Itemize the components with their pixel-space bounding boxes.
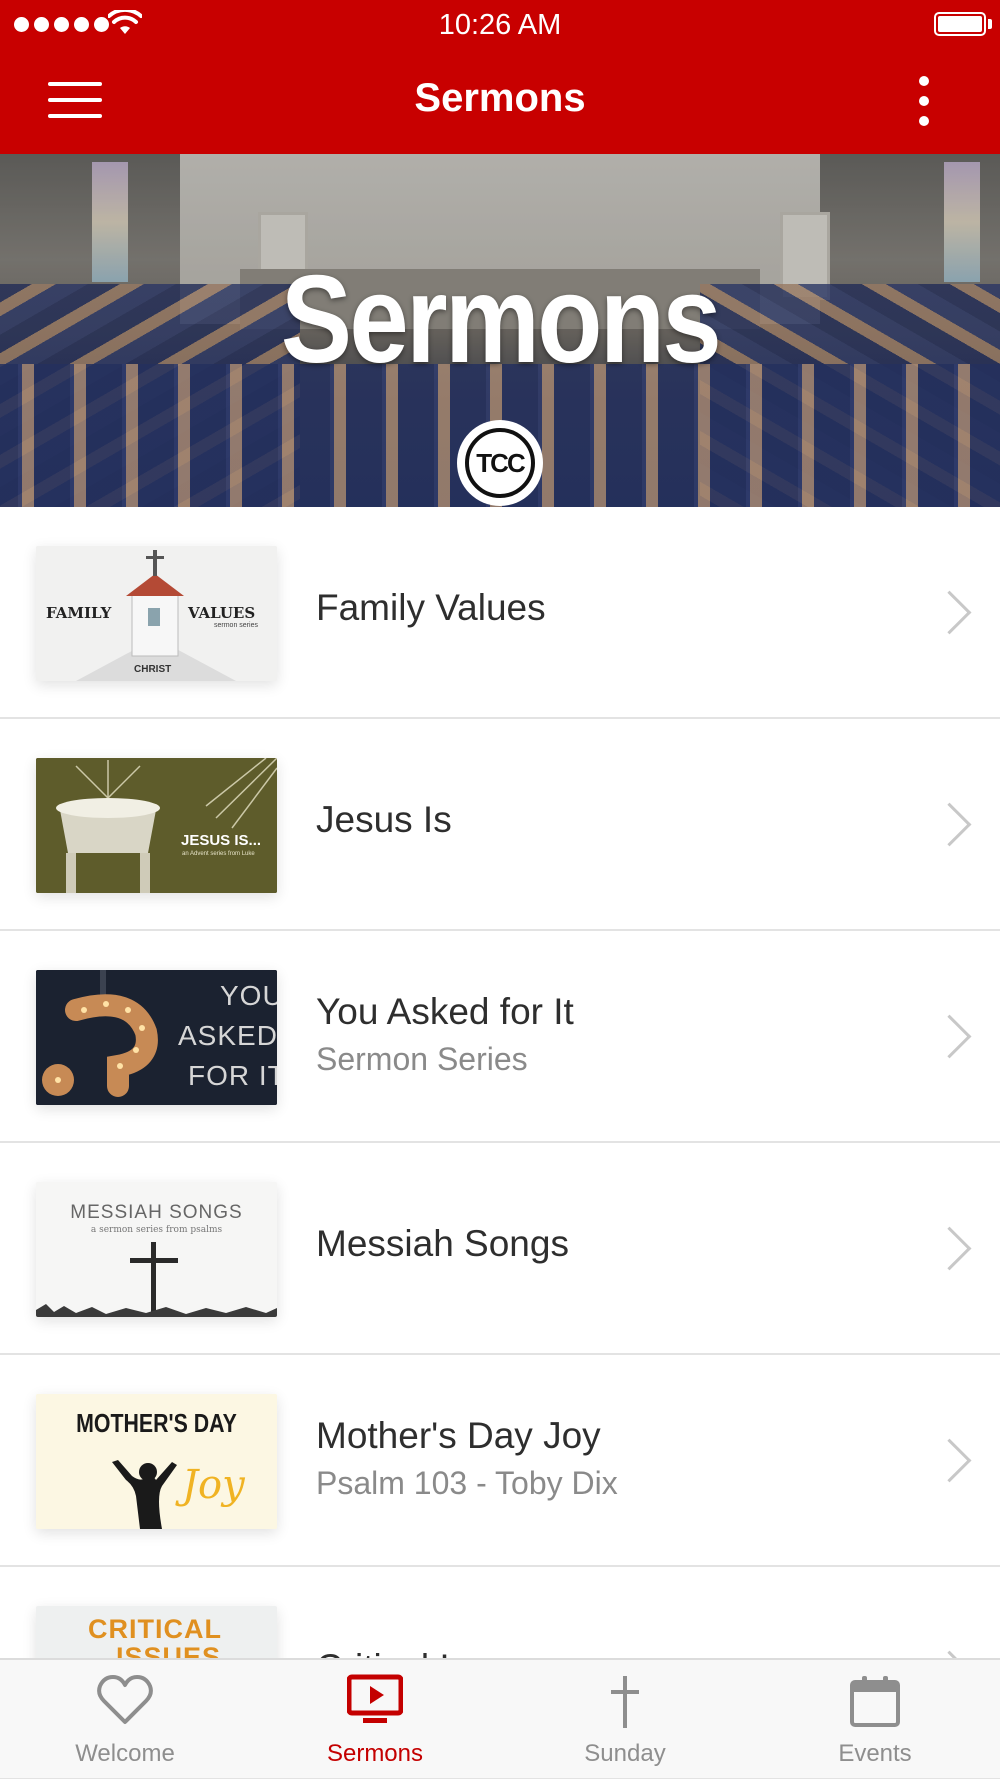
sermon-row-messiah-songs[interactable]: MESSIAH SONGS a sermon series from psalm… xyxy=(0,1143,1000,1355)
tab-sunday[interactable]: Sunday xyxy=(500,1660,750,1780)
sermon-title: You Asked for It xyxy=(316,991,574,1032)
sermon-title: Messiah Songs xyxy=(316,1223,569,1264)
tab-bar: Welcome Sermons Sunday Events xyxy=(0,1658,1000,1778)
tab-events[interactable]: Events xyxy=(750,1660,1000,1780)
sermon-subtitle: Sermon Series xyxy=(316,1041,528,1077)
vertical-ellipsis-icon[interactable] xyxy=(908,76,940,130)
sermon-row-family-values[interactable]: FAMILY VALUES sermon series CHRIST Famil… xyxy=(0,507,1000,719)
chevron-right-icon xyxy=(927,590,972,635)
chevron-right-icon xyxy=(927,1014,972,1059)
tv-play-icon xyxy=(347,1674,403,1723)
hero-title: Sermons xyxy=(280,251,722,389)
chevron-right-icon xyxy=(927,802,972,847)
sermon-row-you-asked-for-it[interactable]: YOU ASKED FOR IT You Asked for It Sermon… xyxy=(0,931,1000,1143)
cross-icon xyxy=(611,1676,639,1728)
sermon-thumbnail: JESUS IS... an Advent series from Luke xyxy=(36,758,277,893)
calendar-icon xyxy=(850,1676,900,1727)
sermon-row-mothers-day-joy[interactable]: MOTHER'S DAY Joy Mother's Day Joy Psalm … xyxy=(0,1355,1000,1567)
chevron-right-icon xyxy=(927,1226,972,1271)
page-title: Sermons xyxy=(414,76,586,120)
sermon-thumbnail: FAMILY VALUES sermon series CHRIST xyxy=(36,546,277,681)
sermon-thumbnail: MOTHER'S DAY Joy xyxy=(36,1394,277,1529)
sermon-title: Family Values xyxy=(316,587,546,628)
heart-icon xyxy=(97,1675,153,1724)
sermon-list: FAMILY VALUES sermon series CHRIST Famil… xyxy=(0,507,1000,1779)
chevron-right-icon xyxy=(927,1438,972,1483)
sermon-thumbnail: YOU ASKED FOR IT xyxy=(36,970,277,1105)
sermon-title: Jesus Is xyxy=(316,799,452,840)
battery-icon xyxy=(934,12,986,36)
top-bar: 10:26 AM Sermons xyxy=(0,0,1000,154)
church-logo: TCC xyxy=(457,420,543,506)
hero-banner: Sermons TCC xyxy=(0,154,1000,507)
sermon-title: Mother's Day Joy xyxy=(316,1415,601,1456)
tab-sermons[interactable]: Sermons xyxy=(250,1660,500,1780)
sermon-row-jesus-is[interactable]: JESUS IS... an Advent series from Luke J… xyxy=(0,719,1000,931)
status-time: 10:26 AM xyxy=(438,9,562,41)
sermon-subtitle: Psalm 103 - Toby Dix xyxy=(316,1465,618,1501)
tab-welcome[interactable]: Welcome xyxy=(0,1660,250,1780)
status-bar: 10:26 AM xyxy=(0,0,1000,50)
sermon-thumbnail: MESSIAH SONGS a sermon series from psalm… xyxy=(36,1182,277,1317)
